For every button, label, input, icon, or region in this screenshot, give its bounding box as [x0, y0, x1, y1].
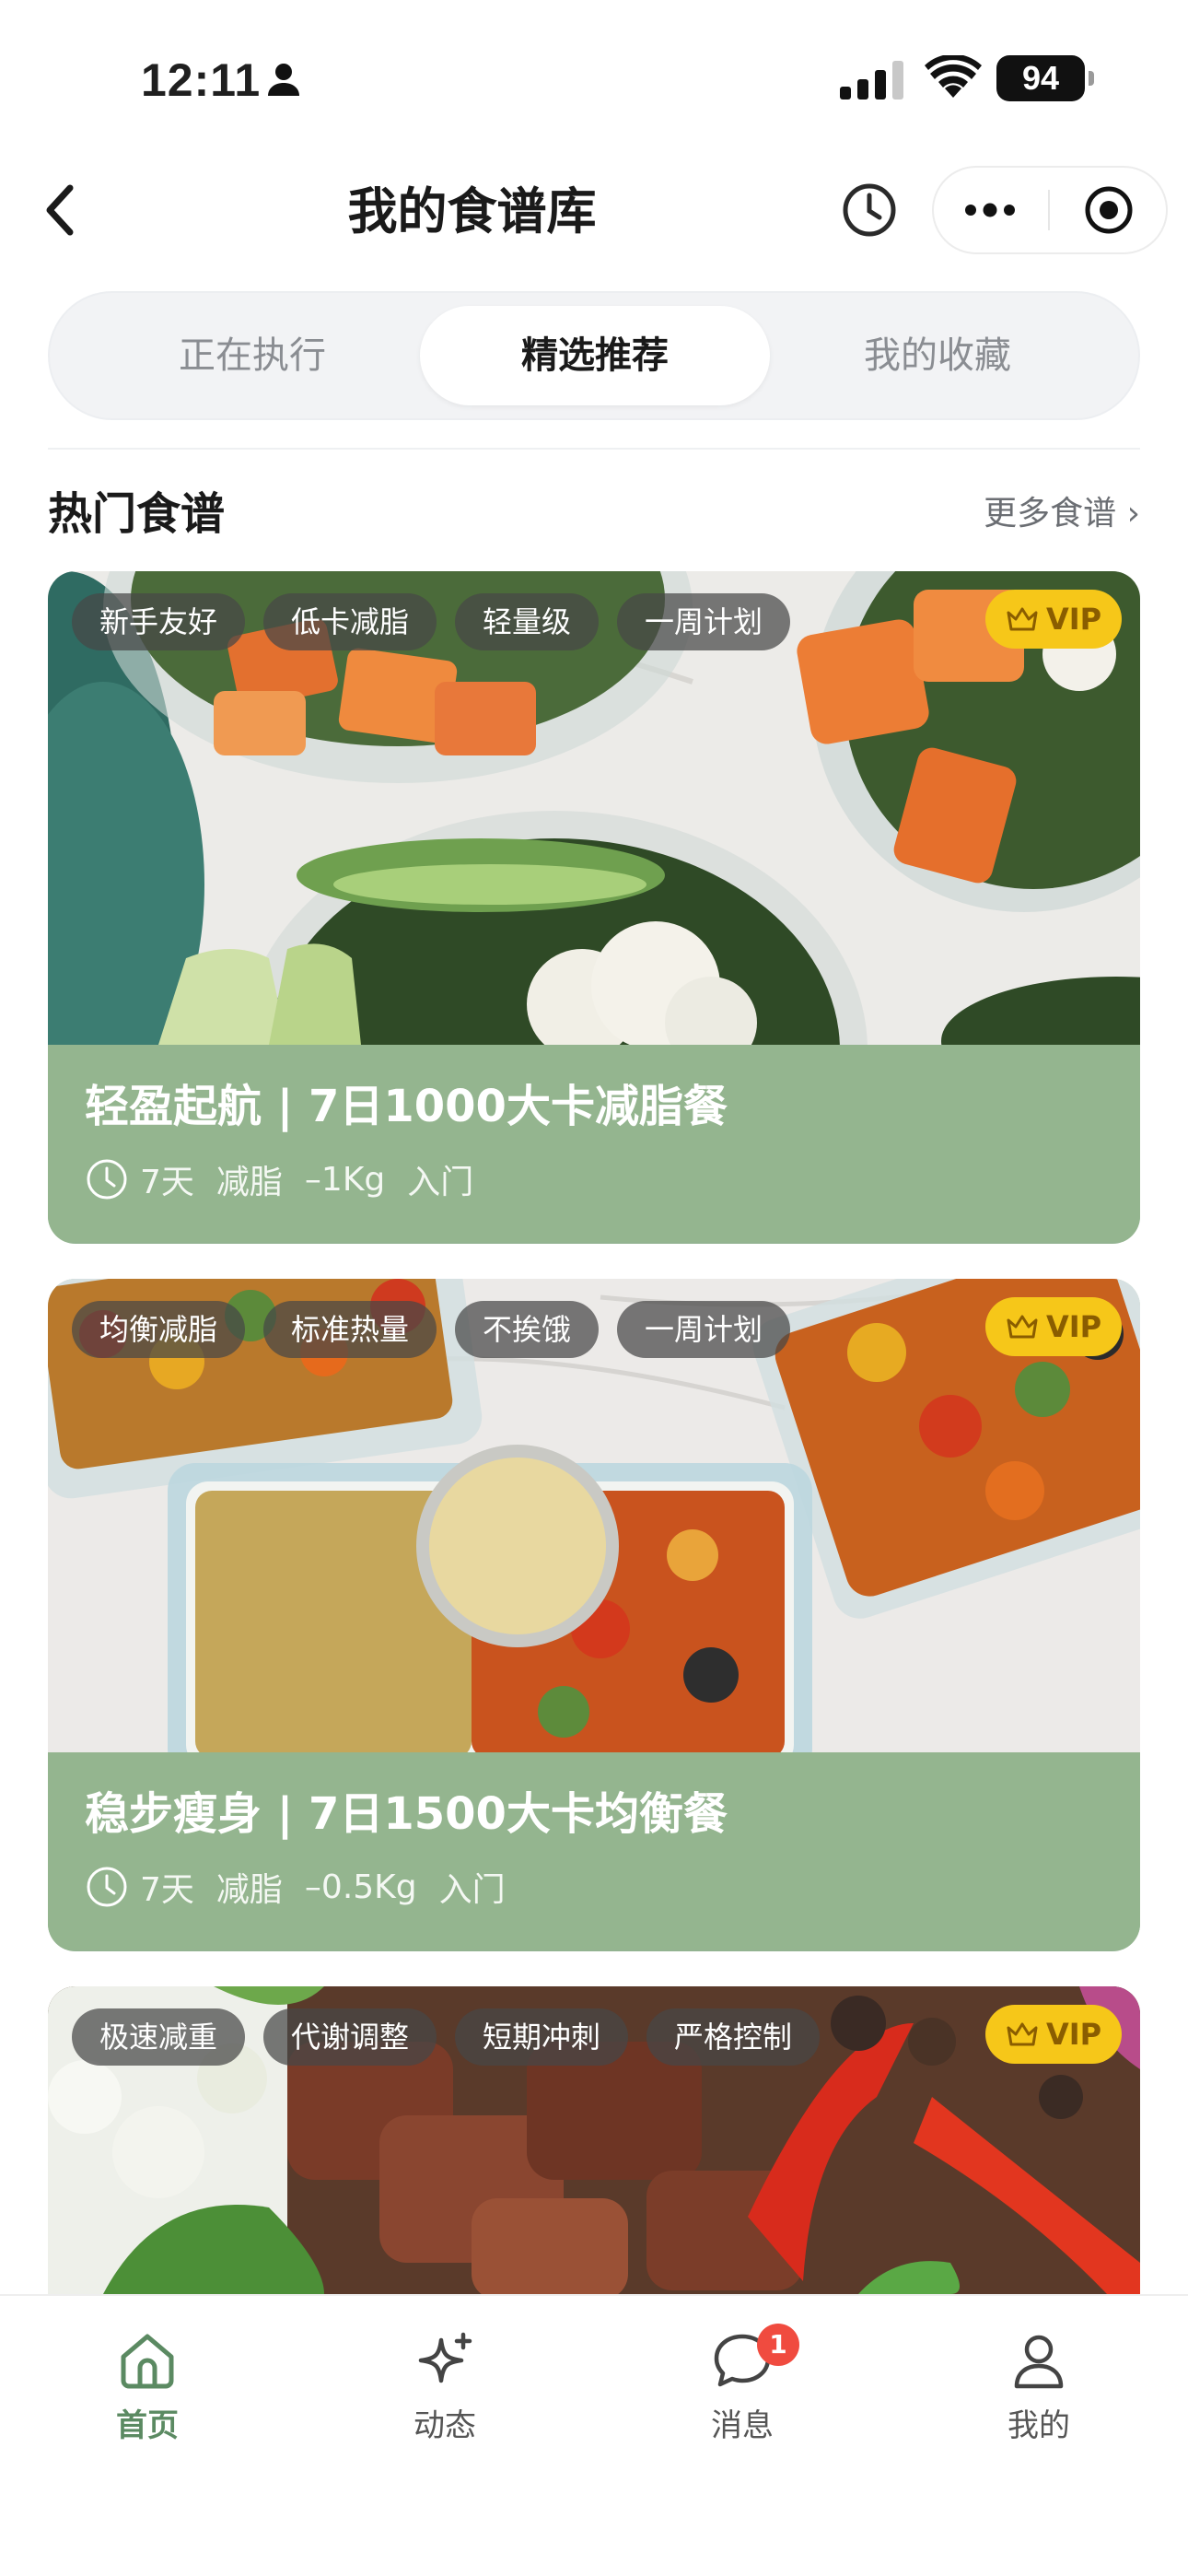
vip-badge: VIP [985, 1297, 1122, 1356]
meta-goal: 减脂 [215, 1871, 283, 1909]
recipe-card[interactable]: 新手友好 低卡减脂 轻量级 一周计划 VIP 轻盈起航 | 7日1000大卡减脂… [48, 571, 1140, 1244]
status-bar: 12:11 94 [0, 0, 1188, 157]
clock-icon [87, 1159, 127, 1200]
clock-history-icon[interactable] [840, 181, 899, 240]
recipe-title: 稳步瘦身 | 7日1500大卡均衡餐 [85, 1788, 728, 1840]
capsule-divider [1048, 190, 1050, 230]
more-recipes-link[interactable]: 更多食谱 › [984, 488, 1140, 540]
page-title: 我的食谱库 [347, 182, 597, 240]
vip-label: VIP [1045, 602, 1102, 637]
tag: 一周计划 [617, 1301, 791, 1358]
home-icon [121, 2334, 174, 2389]
tab-executing[interactable]: 正在执行 [77, 306, 427, 405]
recipe-info: 稳步瘦身 | 7日1500大卡均衡餐 7天 减脂 –0.5Kg 入门 [48, 1752, 1140, 1950]
tag: 标准热量 [263, 1301, 437, 1358]
vip-label: VIP [1045, 2017, 1102, 2052]
tag: 一周计划 [617, 593, 791, 650]
tag-list: 新手友好 低卡减脂 轻量级 一周计划 [72, 593, 791, 650]
divider [48, 448, 1140, 450]
tabbar-label: 我的 [1007, 2407, 1070, 2444]
wifi-icon [925, 55, 982, 98]
meta-level: 入门 [407, 1164, 474, 1201]
tabbar-item-home[interactable]: 首页 [55, 2327, 239, 2447]
person-status-icon [268, 64, 299, 96]
tag: 均衡减脂 [72, 1301, 246, 1358]
tag: 新手友好 [72, 593, 246, 650]
meta-weight: –0.5Kg [304, 1868, 417, 1906]
tabbar-label: 首页 [116, 2407, 179, 2444]
tab-featured[interactable]: 精选推荐 [420, 306, 770, 405]
tag: 轻量级 [455, 593, 600, 650]
tag: 代谢调整 [263, 2008, 437, 2066]
unread-badge: 1 [757, 2324, 799, 2366]
tag-list: 极速减重 代谢调整 短期冲刺 严格控制 [72, 2008, 821, 2066]
tab-favorites[interactable]: 我的收藏 [763, 306, 1112, 405]
meta-level: 入门 [438, 1871, 506, 1909]
tag-list: 均衡减脂 标准热量 不挨饿 一周计划 [72, 1301, 791, 1358]
vip-badge: VIP [985, 2005, 1122, 2064]
vip-badge: VIP [985, 590, 1122, 649]
tabbar-label: 消息 [711, 2407, 774, 2444]
tabbar-item-feed[interactable]: 动态 [353, 2327, 537, 2447]
section-title: 热门食谱 [48, 488, 226, 540]
recipe-meta: 7天 减脂 –1Kg 入门 [85, 1152, 473, 1207]
tag: 不挨饿 [455, 1301, 600, 1358]
recipe-card[interactable]: 极速减重 代谢调整 短期冲刺 严格控制 VIP [48, 1986, 1140, 2294]
person-icon [1014, 2335, 1064, 2389]
close-target-icon[interactable] [1083, 184, 1135, 236]
tag: 严格控制 [646, 2008, 821, 2066]
recipe-info: 轻盈起航 | 7日1000大卡减脂餐 7天 减脂 –1Kg 入门 [48, 1045, 1140, 1242]
crown-icon [1007, 2022, 1038, 2046]
sparkle-icon [418, 2332, 472, 2383]
crown-icon [1007, 607, 1038, 631]
signal-icon [840, 61, 903, 100]
more-dots-icon[interactable] [960, 190, 1020, 230]
tabbar-label: 动态 [413, 2407, 476, 2444]
recipe-title: 轻盈起航 | 7日1000大卡减脂餐 [85, 1081, 728, 1132]
clock-icon [87, 1867, 127, 1907]
vip-label: VIP [1045, 1309, 1102, 1344]
status-time: 12:11 [141, 54, 262, 106]
crown-icon [1007, 1315, 1038, 1339]
battery-indicator: 94 [996, 55, 1094, 101]
tag: 低卡减脂 [263, 593, 437, 650]
tabbar-item-messages[interactable]: 1 消息 [650, 2324, 834, 2447]
meta-goal: 减脂 [215, 1164, 283, 1201]
tag: 极速减重 [72, 2008, 246, 2066]
recipe-meta: 7天 减脂 –0.5Kg 入门 [85, 1859, 506, 1914]
tag: 短期冲刺 [455, 2008, 629, 2066]
recipe-card[interactable]: 均衡减脂 标准热量 不挨饿 一周计划 VIP 稳步瘦身 | 7日1500大卡均衡… [48, 1279, 1140, 1951]
tabbar-item-profile[interactable]: 我的 [947, 2327, 1131, 2447]
meta-duration: 7天 [140, 1871, 194, 1909]
meta-weight: –1Kg [304, 1160, 386, 1199]
meta-duration: 7天 [140, 1164, 194, 1201]
segmented-tabs: 正在执行 精选推荐 我的收藏 [48, 291, 1140, 420]
